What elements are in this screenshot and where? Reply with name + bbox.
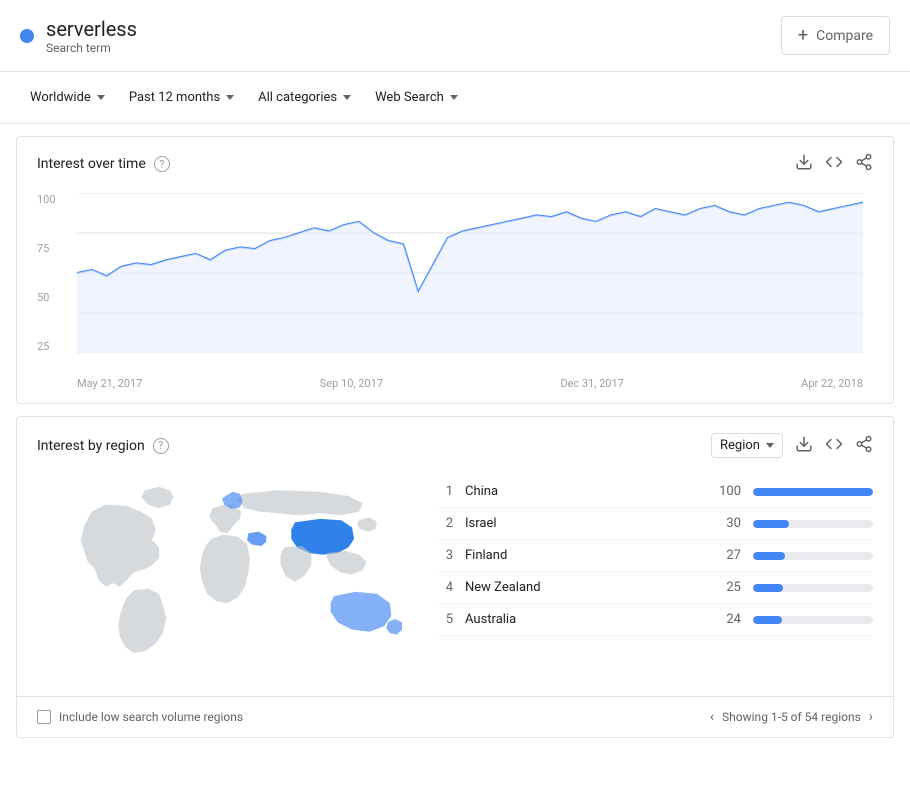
next-page-button[interactable]: › [869,709,873,725]
filter-categories[interactable]: All categories [248,84,361,111]
region-value: 27 [713,548,741,563]
search-term-text: serverless Search term [46,17,137,55]
search-term-label: Search term [46,41,137,55]
low-volume-label: Include low search volume regions [59,710,243,724]
region-name: Israel [465,516,701,531]
region-value: 30 [713,516,741,531]
region-bar-fill [753,584,783,592]
region-footer: Include low search volume regions ‹ Show… [17,696,893,737]
region-bar-fill [753,616,782,624]
section-actions-iot [795,153,873,175]
low-volume-block: Include low search volume regions [37,710,243,724]
region-row: 4 New Zealand 25 [437,572,873,604]
region-embed-icon[interactable] [825,435,843,457]
region-name: China [465,484,701,499]
region-chevron-icon [766,443,774,448]
region-content: 1 China 100 2 Israel 30 3 Finland 27 4 N… [17,466,893,696]
region-rank: 2 [437,516,453,531]
region-name: Finland [465,548,701,563]
region-row: 2 Israel 30 [437,508,873,540]
filter-time-range[interactable]: Past 12 months [119,84,244,111]
y-label-75: 75 [37,242,56,255]
x-label-1: May 21, 2017 [77,377,142,390]
pagination-text: Showing 1-5 of 54 regions [722,710,861,724]
compare-button[interactable]: + Compare [781,16,890,55]
interest-by-region-title: Interest by region [37,438,145,454]
filter-time-range-label: Past 12 months [129,90,220,105]
interest-over-time-title: Interest over time [37,156,146,172]
share-icon[interactable] [855,153,873,175]
filter-worldwide[interactable]: Worldwide [20,84,115,111]
y-axis: 100 75 50 25 [37,193,56,353]
region-dropdown-label: Region [720,438,760,453]
region-share-icon[interactable] [855,435,873,457]
header: serverless Search term + Compare [0,0,910,72]
pagination: ‹ Showing 1-5 of 54 regions › [710,709,873,725]
search-term-block: serverless Search term [20,17,781,55]
region-rank: 5 [437,612,453,627]
x-axis: May 21, 2017 Sep 10, 2017 Dec 31, 2017 A… [77,373,863,390]
region-header-right: Region [711,433,873,458]
chevron-down-icon [226,95,234,100]
region-value: 25 [713,580,741,595]
region-name: New Zealand [465,580,701,595]
filters-bar: Worldwide Past 12 months All categories … [0,72,910,124]
search-term-name: serverless [46,17,137,41]
compare-label: Compare [816,28,873,44]
section-header-ibr: Interest by region ? Region [17,417,893,466]
chart-area: 100 75 50 25 May 21, 2017 Sep 10, [17,183,893,403]
region-list: 1 China 100 2 Israel 30 3 Finland 27 4 N… [437,476,873,676]
world-map [37,476,417,676]
y-label-100: 100 [37,193,56,206]
region-rank: 3 [437,548,453,563]
region-row: 3 Finland 27 [437,540,873,572]
section-title-ibr: Interest by region ? [37,438,169,454]
prev-page-button[interactable]: ‹ [710,709,714,725]
embed-icon[interactable] [825,153,843,175]
filter-search-type-label: Web Search [375,90,444,105]
chart-svg-wrapper [77,193,863,373]
region-download-icon[interactable] [795,435,813,457]
region-bar-bg [753,616,873,624]
search-term-dot [20,29,34,43]
y-label-50: 50 [37,291,56,304]
section-title-iot: Interest over time ? [37,156,170,172]
region-name: Australia [465,612,701,627]
help-icon-iot[interactable]: ? [154,156,170,172]
region-bar-bg [753,488,873,496]
region-bar-fill [753,488,873,496]
region-row: 5 Australia 24 [437,604,873,636]
chevron-down-icon [343,95,351,100]
interest-over-time-section: Interest over time ? 100 75 50 25 [16,136,894,404]
region-value: 100 [713,484,741,499]
x-label-2: Sep 10, 2017 [320,377,383,390]
filter-worldwide-label: Worldwide [30,90,91,105]
filter-categories-label: All categories [258,90,337,105]
region-dropdown[interactable]: Region [711,433,783,458]
region-bar-fill [753,520,789,528]
download-icon[interactable] [795,153,813,175]
region-rank: 4 [437,580,453,595]
trend-chart-svg [77,193,863,353]
x-label-4: Apr 22, 2018 [801,377,863,390]
region-bar-bg [753,584,873,592]
region-value: 24 [713,612,741,627]
compare-plus-icon: + [798,25,808,46]
region-row: 1 China 100 [437,476,873,508]
chevron-down-icon [450,95,458,100]
interest-by-region-section: Interest by region ? Region [16,416,894,738]
filter-search-type[interactable]: Web Search [365,84,468,111]
world-map-svg [37,476,417,676]
y-label-25: 25 [37,340,56,353]
section-header-iot: Interest over time ? [17,137,893,183]
region-bar-fill [753,552,785,560]
region-rank: 1 [437,484,453,499]
help-icon-ibr[interactable]: ? [153,438,169,454]
chevron-down-icon [97,95,105,100]
low-volume-checkbox[interactable] [37,710,51,724]
x-label-3: Dec 31, 2017 [560,377,624,390]
region-bar-bg [753,552,873,560]
region-bar-bg [753,520,873,528]
